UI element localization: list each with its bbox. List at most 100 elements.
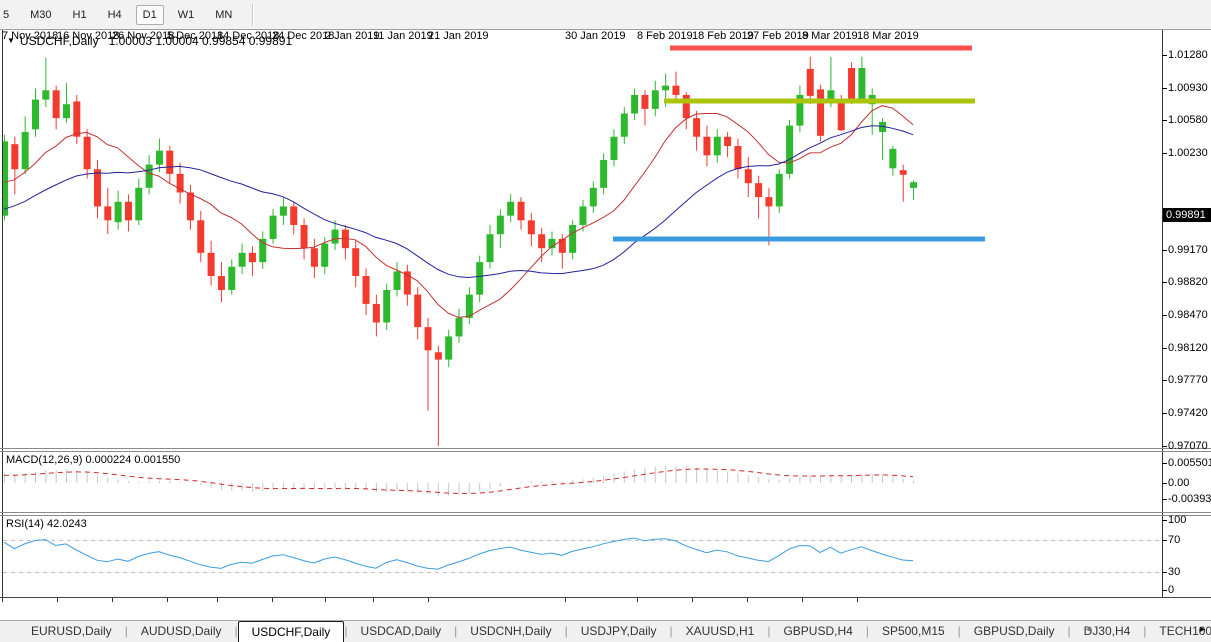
bear-candle — [672, 86, 679, 95]
macd-axis-label: 0.00 — [1168, 477, 1189, 489]
price-axis-label: 1.00580 — [1168, 114, 1208, 126]
date-axis-label: 30 Jan 2019 — [565, 30, 626, 42]
bear-candle — [838, 100, 845, 131]
bear-candle — [641, 95, 648, 109]
rsi-label: RSI(14) 42.0243 — [6, 518, 87, 530]
date-axis-label: 2 Jan 2019 — [325, 30, 379, 42]
bull-candle — [445, 336, 452, 359]
date-axis-label: 18 Feb 2019 — [692, 30, 754, 42]
bull-candle — [156, 151, 163, 165]
tab-scroll-left-icon[interactable]: ◄ — [1084, 624, 1093, 634]
bear-candle — [311, 248, 318, 267]
chart-title: ▼USDCHF,Daily1.00003 1.00004 0.99854 0.9… — [7, 34, 292, 48]
rsi-value: 42.0243 — [47, 518, 87, 530]
bear-candle — [755, 183, 762, 197]
bear-candle — [734, 146, 741, 169]
chart-tab-eurusd[interactable]: EURUSD,Daily — [18, 621, 125, 642]
macd-axis-label: 0.005501 — [1168, 457, 1211, 469]
bear-candle — [373, 304, 380, 323]
chart-tab-xauusd[interactable]: XAUUSD,H1 — [673, 621, 768, 642]
timeframe-button-m30[interactable]: M30 — [23, 5, 58, 25]
bear-candle — [745, 169, 752, 183]
timeframe-button-d1[interactable]: D1 — [136, 5, 164, 25]
bull-candle — [146, 165, 153, 188]
bull-candle — [714, 137, 721, 156]
bear-candle — [425, 327, 432, 350]
bull-candle — [497, 216, 504, 235]
bull-candle — [115, 202, 122, 222]
chart-symbol: USDCHF,Daily — [20, 34, 99, 48]
rsi-line — [4, 538, 913, 569]
chart-tab-sp500[interactable]: SP500,M15 — [869, 621, 958, 642]
bull-candle — [776, 174, 783, 207]
bear-candle — [73, 101, 80, 136]
bear-candle — [414, 295, 421, 328]
bull-candle — [280, 206, 287, 215]
bear-candle — [187, 192, 194, 220]
chart-tab-usdcnh[interactable]: USDCNH,Daily — [457, 621, 564, 642]
bear-candle — [104, 206, 111, 220]
bull-candle — [590, 188, 597, 207]
date-axis-label: 8 Feb 2019 — [637, 30, 693, 42]
timeframe-button-5[interactable]: 5 — [0, 5, 16, 25]
chart-tab-dj30[interactable]: DJ30,H4 — [1071, 621, 1144, 642]
bear-candle — [528, 220, 535, 234]
bear-candle — [218, 276, 225, 290]
bear-candle — [703, 137, 710, 156]
price-axis-label: 0.97420 — [1168, 407, 1208, 419]
bull-candle — [456, 318, 463, 337]
price-chart-svg[interactable] — [0, 30, 1211, 618]
macd-label: MACD(12,26,9) 0.000224 0.001550 — [6, 454, 180, 466]
rsi-axis-label: 100 — [1168, 514, 1186, 526]
bear-candle — [208, 253, 215, 276]
timeframe-button-mn[interactable]: MN — [208, 5, 239, 25]
date-axis-label: 11 Jan 2019 — [373, 30, 433, 42]
chart-tab-usdjpy[interactable]: USDJPY,Daily — [568, 621, 670, 642]
bull-candle — [32, 100, 39, 130]
timeframe-button-h1[interactable]: H1 — [66, 5, 94, 25]
bull-candle — [910, 182, 917, 188]
bear-candle — [197, 220, 204, 253]
chart-tab-audusd[interactable]: AUDUSD,Daily — [128, 621, 235, 642]
bull-candle — [600, 160, 607, 188]
bear-candle — [518, 202, 525, 221]
bear-candle — [363, 276, 370, 304]
rsi-axis-label: 0 — [1168, 584, 1174, 596]
tab-scroll-right-icon[interactable]: ► — [1198, 624, 1207, 634]
price-axis-label: 1.00230 — [1168, 147, 1208, 159]
price-axis-label: 0.98120 — [1168, 342, 1208, 354]
current-price-tag: 0.99891 — [1163, 208, 1211, 222]
chart-dropdown-icon[interactable]: ▼ — [7, 36, 15, 45]
bear-candle — [683, 95, 690, 118]
bull-candle — [579, 206, 586, 225]
mt4-window: 5M30H1H4D1W1MN ▼USDCHF,Daily1.00003 1.00… — [0, 0, 1211, 642]
price-axis-label: 0.97070 — [1168, 440, 1208, 452]
chart-tab-gbpusd[interactable]: GBPUSD,Daily — [961, 621, 1068, 642]
rsi-axis-label: 30 — [1168, 566, 1180, 578]
chart-tab-bar: EURUSD,Daily|AUDUSD,Daily|USDCHF,Daily|U… — [0, 620, 1211, 642]
timeframe-button-w1[interactable]: W1 — [171, 5, 202, 25]
bull-candle — [321, 244, 328, 267]
bull-candle — [662, 86, 669, 91]
price-axis-label: 1.01280 — [1168, 49, 1208, 61]
macd-axis-label: -0.003931 — [1168, 493, 1211, 505]
price-axis-label: 0.97770 — [1168, 374, 1208, 386]
bull-candle — [487, 234, 494, 262]
bear-candle — [693, 118, 700, 137]
bear-candle — [84, 137, 91, 170]
date-axis-label: 21 Jan 2019 — [428, 30, 489, 42]
bull-candle — [569, 225, 576, 253]
bull-candle — [239, 253, 246, 267]
bear-candle — [11, 144, 18, 169]
chart-tab-gbpusd[interactable]: GBPUSD,H4 — [770, 621, 865, 642]
timeframe-button-h4[interactable]: H4 — [101, 5, 129, 25]
main-pane — [1, 48, 985, 446]
chart-tab-usdchf[interactable]: USDCHF,Daily — [238, 621, 345, 642]
bull-candle — [476, 262, 483, 295]
bull-candle — [858, 68, 865, 100]
chart-area[interactable]: ▼USDCHF,Daily1.00003 1.00004 0.99854 0.9… — [0, 30, 1211, 618]
price-axis-label: 0.99170 — [1168, 244, 1208, 256]
chart-tab-usdcad[interactable]: USDCAD,Daily — [347, 621, 454, 642]
bull-candle — [332, 230, 339, 244]
bear-candle — [435, 352, 442, 359]
